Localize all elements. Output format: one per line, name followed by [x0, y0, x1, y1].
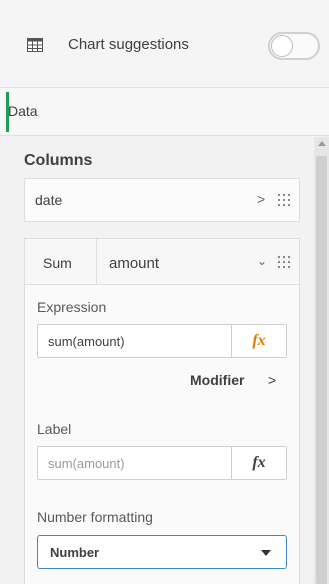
expression-label: Expression	[37, 299, 107, 315]
number-formatting-label: Number formatting	[37, 509, 153, 525]
chevron-down-icon[interactable]: ⌄	[257, 254, 267, 268]
chevron-right-icon[interactable]: >	[268, 372, 276, 388]
modifier-link[interactable]: Modifier	[190, 372, 244, 388]
chart-suggestions-toggle[interactable]	[268, 32, 320, 60]
label-fx-button[interactable]: fx	[231, 447, 286, 479]
number-formatting-select[interactable]: Number	[37, 535, 287, 569]
label-field: fx	[37, 446, 287, 480]
toggle-knob	[271, 35, 293, 57]
expression-field: fx	[37, 324, 287, 358]
chevron-right-icon[interactable]: >	[257, 191, 265, 207]
drag-handle-icon[interactable]	[277, 193, 291, 207]
measure-header[interactable]: Sum amount ⌄	[25, 239, 299, 285]
label-field-label: Label	[37, 421, 72, 437]
measure-item-amount: Sum amount ⌄ Expression fx Modifier > La…	[24, 238, 300, 584]
columns-heading: Columns	[24, 152, 93, 169]
measure-field-label: amount	[109, 255, 160, 272]
chart-suggestions-label: Chart suggestions	[68, 36, 189, 53]
drag-handle-icon[interactable]	[277, 255, 291, 269]
scrollbar-thumb[interactable]	[316, 156, 327, 584]
label-input[interactable]	[38, 447, 230, 479]
caret-down-icon	[261, 550, 271, 556]
tab-data[interactable]: Data	[0, 88, 329, 136]
expression-fx-button[interactable]: fx	[231, 325, 286, 357]
expression-input[interactable]	[38, 325, 230, 357]
tab-data-label: Data	[8, 103, 38, 119]
dimension-label: date	[35, 192, 63, 208]
dimension-item-date[interactable]: date >	[24, 178, 300, 222]
scroll-up-arrow-icon[interactable]	[318, 141, 326, 146]
aggregation-label: Sum	[43, 255, 72, 271]
aggregation-button[interactable]: Sum	[25, 239, 97, 285]
table-icon	[27, 38, 43, 52]
number-formatting-value: Number	[50, 545, 100, 560]
chart-suggestions-bar: Chart suggestions	[0, 0, 329, 88]
